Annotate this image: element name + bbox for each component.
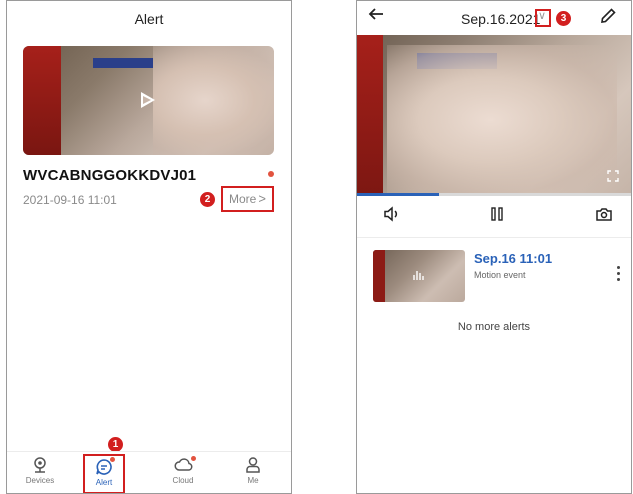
alert-screen: Alert WVCABNGGOKKDVJ01 2021-09-16 11:01 … <box>6 0 292 494</box>
person-icon <box>244 456 262 474</box>
more-options-icon[interactable] <box>617 266 621 284</box>
tab-label: Devices <box>25 476 55 485</box>
no-more-alerts-text: No more alerts <box>457 321 531 333</box>
event-thumbnail[interactable] <box>373 250 465 302</box>
cloud-icon <box>174 456 196 474</box>
pencil-icon[interactable] <box>599 7 617 30</box>
video-player[interactable] <box>357 35 631 195</box>
thumbnail-hand <box>153 46 274 155</box>
notification-dot <box>191 456 196 461</box>
playback-screen: Sep.16.2021 ∨ 3 Sep.16 11:01 Motion even… <box>356 0 632 494</box>
back-arrow-icon[interactable] <box>368 6 384 27</box>
alert-chat-icon <box>95 457 115 476</box>
chevron-right-icon: > <box>258 191 266 206</box>
alert-video-thumbnail[interactable] <box>23 46 274 155</box>
thumbnail-red-object <box>373 250 385 302</box>
callout-badge-2: 2 <box>200 192 215 207</box>
fullscreen-icon[interactable] <box>607 169 619 182</box>
event-time: Sep.16 11:01 <box>474 251 553 266</box>
pause-icon[interactable] <box>490 205 504 228</box>
tab-alert[interactable]: Alert <box>83 454 125 493</box>
page-title: Alert <box>134 11 164 27</box>
tab-label: Cloud <box>172 476 194 485</box>
screenshot-canvas: Alert WVCABNGGOKKDVJ01 2021-09-16 11:01 … <box>0 0 633 494</box>
camera-icon <box>31 456 49 474</box>
tab-label: Me <box>247 476 259 485</box>
tab-label: Alert <box>95 478 113 487</box>
more-label: More <box>229 192 257 206</box>
video-hand <box>387 45 617 195</box>
callout-badge-3: 3 <box>556 11 571 26</box>
date-title[interactable]: Sep.16.2021 <box>461 11 540 27</box>
snapshot-camera-icon[interactable] <box>595 205 613 228</box>
thumbnail-red-object <box>23 46 61 155</box>
divider <box>357 237 631 238</box>
device-name: WVCABNGGOKKDVJ01 <box>23 167 197 184</box>
tab-cloud[interactable]: Cloud <box>153 456 213 485</box>
player-controls <box>357 205 631 229</box>
bottom-tab-bar: Devices Alert Cloud Me <box>7 451 291 493</box>
header-bar: Sep.16.2021 ∨ 3 <box>357 1 631 35</box>
notification-dot <box>110 457 115 462</box>
tab-me[interactable]: Me <box>223 456 283 485</box>
event-type: Motion event <box>474 270 526 280</box>
chevron-down-icon: ∨ <box>538 10 547 22</box>
unread-dot <box>268 171 274 177</box>
play-icon-inner <box>143 96 151 104</box>
thumbnail-blue-sign <box>93 58 153 68</box>
alert-timestamp: 2021-09-16 11:01 <box>23 193 117 207</box>
date-dropdown-button[interactable]: ∨ <box>535 9 551 27</box>
video-red-object <box>357 35 383 195</box>
volume-icon[interactable] <box>383 205 401 228</box>
more-button[interactable]: More > <box>221 186 274 212</box>
audio-bars-icon <box>413 268 425 287</box>
progress-fill <box>357 193 440 196</box>
event-list-item[interactable]: Sep.16 11:01 Motion event <box>373 250 623 302</box>
callout-badge-1: 1 <box>108 437 123 452</box>
playback-progress-bar[interactable] <box>357 193 631 196</box>
tab-devices[interactable]: Devices <box>10 456 70 485</box>
